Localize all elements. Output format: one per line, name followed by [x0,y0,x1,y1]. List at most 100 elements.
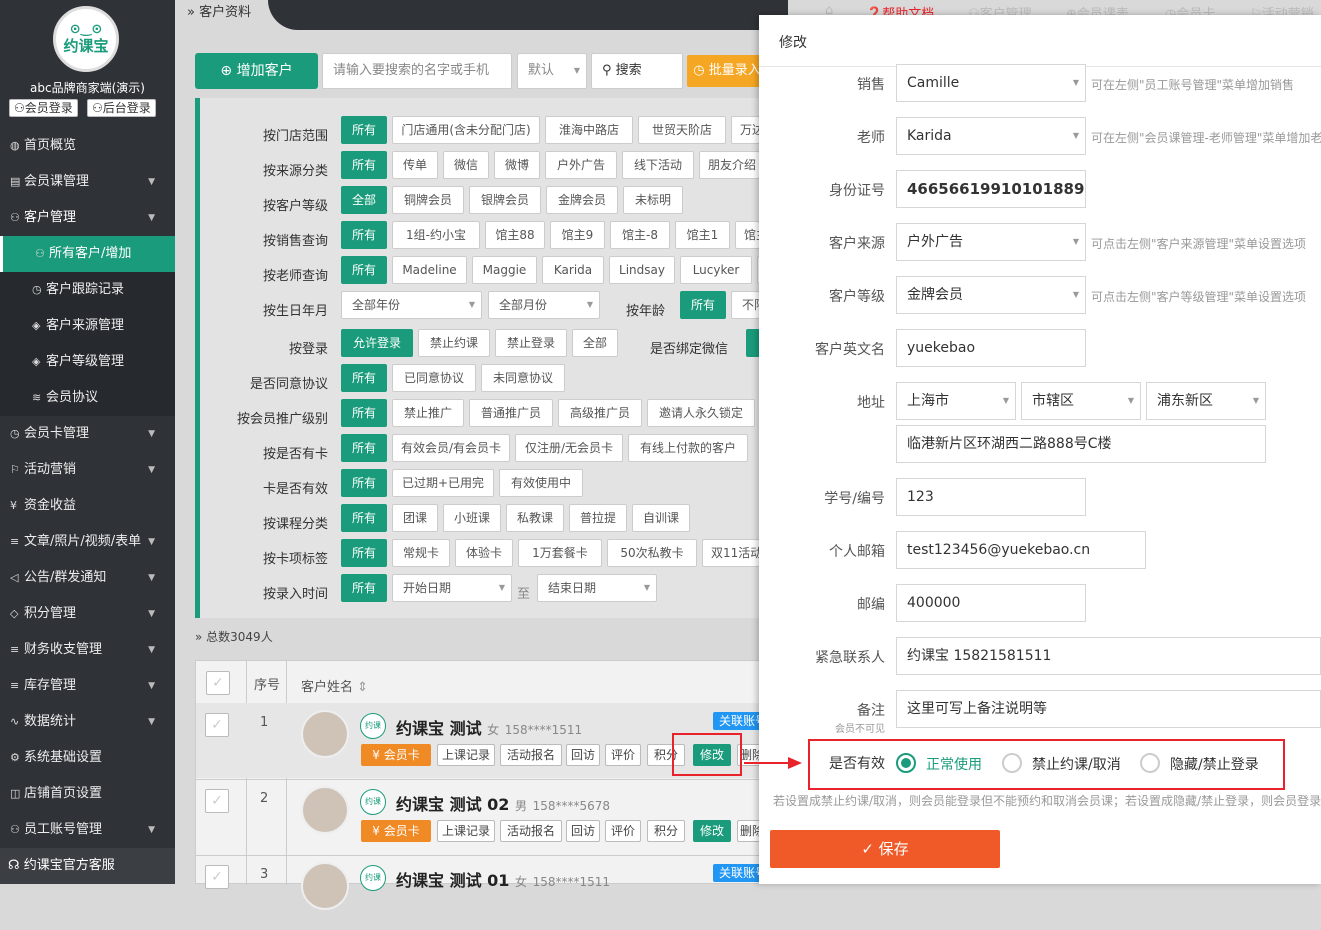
filter-chip[interactable]: 高级推广员 [558,399,642,427]
filter-chip[interactable]: 所有 [680,291,726,319]
filter-chip[interactable]: 体验卡 [455,539,513,567]
filter-chip[interactable]: 淮海中路店 [545,116,633,144]
search-button[interactable]: ⚲ 搜索 [591,53,683,89]
filter-chip[interactable]: 馆主-8 [610,221,670,249]
customer-name[interactable]: 约课宝 测试 01 女 158****1511 [396,867,610,891]
filter-chip[interactable]: 铜牌会员 [392,186,464,214]
filter-chip[interactable]: 仅注册/无会员卡 [515,434,623,462]
filter-chip[interactable]: 有效会员/有会员卡 [392,434,510,462]
filter-chip[interactable]: 邀请人永久锁定 [647,399,755,427]
filter-chip[interactable]: 自训课 [632,504,690,532]
row-action-button[interactable]: 积分 [647,820,685,842]
sales-input[interactable]: Camille ▼ [896,64,1086,102]
sidebar-item[interactable]: ≡ 库存管理 ▼ [0,668,175,704]
customer-name[interactable]: 约课宝 测试 女 158****1511 [396,715,582,739]
admin-login-button[interactable]: ⚇后台登录 [87,99,156,117]
filter-chip[interactable]: 普通推广员 [469,399,553,427]
row-action-button[interactable]: 活动报名 [500,820,562,842]
filter-chip[interactable]: 禁止推广 [392,399,464,427]
filter-chip[interactable]: 所有 [341,504,387,532]
filter-chip[interactable]: 朋友介绍 [699,151,760,179]
row-action-button[interactable]: ¥ 会员卡 [361,744,431,766]
source-input[interactable]: 户外广告 ▼ [896,223,1086,261]
filter-chip[interactable]: Karida [542,256,604,284]
filter-chip[interactable]: 团课 [392,504,438,532]
filter-chip[interactable]: 所有 [341,574,387,602]
filter-chip[interactable]: 不限 [731,291,760,319]
filter-chip[interactable]: 所有 [341,399,387,427]
sidebar-item[interactable]: ≋ 会员协议 [0,380,175,416]
filter-chip[interactable]: 馆主88 [485,221,545,249]
row-action-button[interactable]: 修改 [693,820,731,842]
filter-chip[interactable]: 银牌会员 [469,186,541,214]
filter-chip[interactable]: 全部 [341,186,387,214]
sidebar-item[interactable]: ⚇ 客户管理 ▼ [0,200,175,236]
student_no-input[interactable]: 123 [896,478,1086,516]
filter-chip[interactable]: 所有 [341,221,387,249]
filter-chip[interactable]: 微信 [443,151,489,179]
email-input[interactable]: test123456@yuekebao.cn [896,531,1146,569]
filter-chip[interactable]: 双11活动 [702,539,760,567]
filter-chip[interactable]: 普拉提 [569,504,627,532]
filter-chip[interactable]: 禁止约课 [418,329,490,357]
sidebar-item[interactable]: ◷ 客户跟踪记录 [0,272,175,308]
sidebar-item[interactable]: ▤ 会员课管理 ▼ [0,164,175,200]
row-action-button[interactable]: 回访 [566,744,600,766]
sidebar-item[interactable]: ◫ 店铺首页设置 [0,776,175,812]
filter-chip[interactable]: 馆主1 [675,221,730,249]
english_name-input[interactable]: yuekebao [896,329,1086,367]
sidebar-item[interactable]: ⚇ 员工账号管理 ▼ [0,812,175,848]
row-checkbox[interactable]: ✓ [205,865,229,889]
row-action-button[interactable]: 上课记录 [437,820,495,842]
birth-month-select[interactable]: 全部月份 ▼ [488,291,600,319]
sidebar-item[interactable]: ≡ 文章/照片/视频/表单 ▼ [0,524,175,560]
filter-chip[interactable]: Maggie [472,256,537,284]
filter-chip[interactable]: 所有 [341,256,387,284]
end-date-select[interactable]: 结束日期 ▼ [537,574,657,602]
address-district-select[interactable]: 市辖区 ▼ [1021,382,1141,420]
teacher-input[interactable]: Karida ▼ [896,117,1086,155]
filter-chip[interactable]: 禁止登录 [495,329,567,357]
sidebar-item[interactable]: ◷ 会员卡管理 ▼ [0,416,175,452]
birth-year-select[interactable]: 全部年份 ▼ [341,291,482,319]
filter-chip[interactable]: 世贸天阶店 [638,116,726,144]
row-action-button[interactable]: 回访 [566,820,600,842]
select-all-checkbox[interactable]: ✓ [206,671,230,695]
filter-chip[interactable]: 馆主9 [550,221,605,249]
filter-chip[interactable]: 未同意协议 [481,364,565,392]
filter-chip[interactable]: 1组-约小宝 [392,221,480,249]
filter-chip[interactable]: 馆主6 [735,221,760,249]
sidebar-item[interactable]: ∿ 数据统计 ▼ [0,704,175,740]
sidebar-item[interactable]: ⚐ 活动营销 ▼ [0,452,175,488]
filter-chip[interactable]: 户外广告 [545,151,617,179]
save-button[interactable]: ✓ 保存 [770,830,1000,868]
sidebar-item[interactable]: ⚙ 系统基础设置 [0,740,175,776]
filter-chip[interactable]: 门店通用(含未分配门店) [392,116,540,144]
search-input[interactable]: 请输入要搜索的名字或手机 [322,53,512,89]
sidebar-item[interactable]: ◇ 积分管理 ▼ [0,596,175,632]
member-login-button[interactable]: ⚇会员登录 [9,99,78,117]
filter-chip[interactable]: 所有 [341,539,387,567]
row-action-button[interactable]: 活动报名 [500,744,562,766]
start-date-select[interactable]: 开始日期 ▼ [392,574,512,602]
filter-chip[interactable]: 所有 [341,364,387,392]
customer-name[interactable]: 约课宝 测试 02 男 158****5678 [396,791,610,815]
sidebar-item[interactable]: ◈ 客户等级管理 [0,344,175,380]
filter-chip[interactable]: 有效使用中 [499,469,583,497]
address-province-select[interactable]: 上海市 ▼ [896,382,1016,420]
filter-chip[interactable]: Madeline [392,256,467,284]
sidebar-item[interactable]: ¥ 资金收益 [0,488,175,524]
filter-chip[interactable]: 线下活动 [622,151,694,179]
filter-chip[interactable]: 有线上付款的客户 [628,434,748,462]
row-action-button[interactable]: ¥ 会员卡 [361,820,431,842]
sidebar-item[interactable]: ◍ 首页概览 [0,128,175,164]
filter-chip[interactable]: Lindsay [609,256,675,284]
filter-chip[interactable]: 全部 [572,329,618,357]
row-action-button[interactable]: 评价 [605,744,641,766]
add-customer-button[interactable]: ⊕ 增加客户 [195,53,318,89]
filter-chip[interactable] [746,329,760,357]
filter-chip[interactable]: 微博 [494,151,540,179]
filter-chip[interactable]: 常规卡 [392,539,450,567]
row-action-button[interactable]: 上课记录 [437,744,495,766]
row-action-button[interactable]: 评价 [605,820,641,842]
